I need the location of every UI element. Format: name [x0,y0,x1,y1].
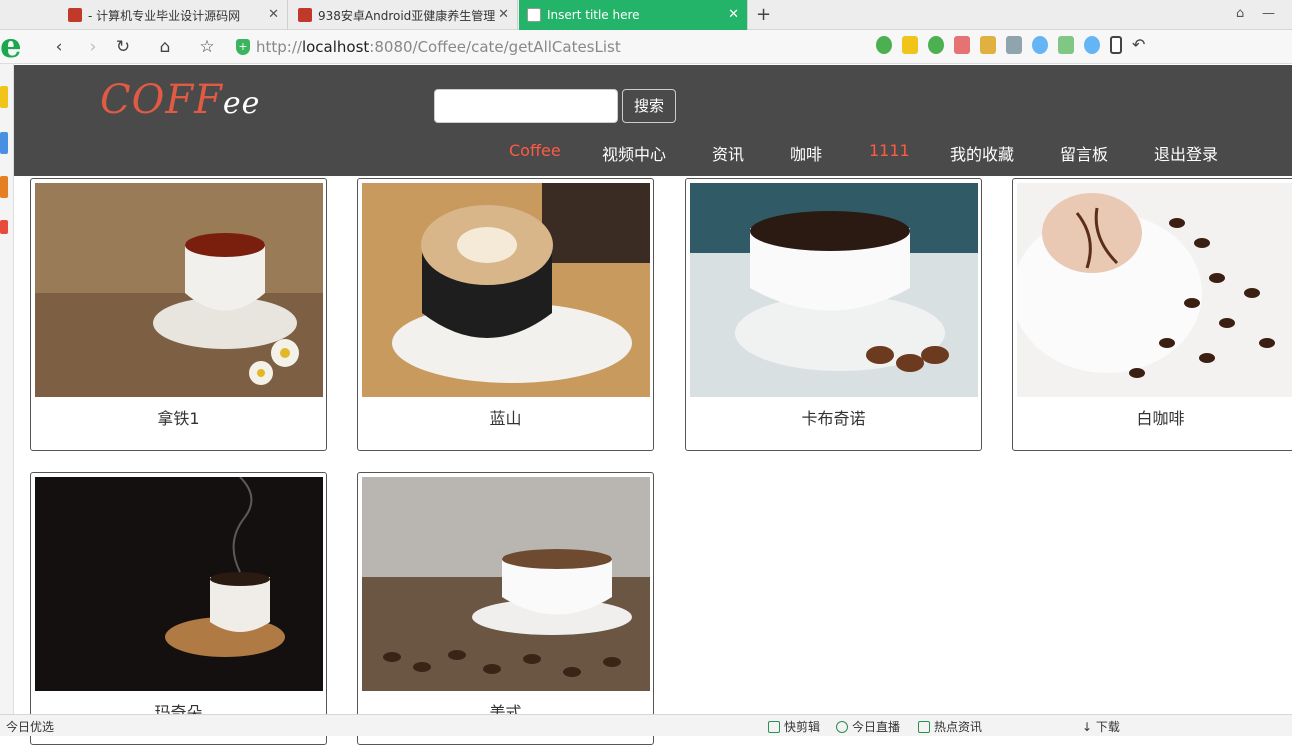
nav-video-center[interactable]: 视频中心 [602,141,666,165]
tab-title: 938安卓Android亚健康养生管理 [318,8,496,23]
cate-image[interactable] [362,183,650,397]
screenshot-icon[interactable] [980,36,996,54]
tab-title: Insert title here [547,8,640,22]
back-icon[interactable]: ‹ [48,36,70,58]
cate-image[interactable] [690,183,978,397]
cate-card[interactable]: 拿铁1 [30,178,327,451]
skin-icon[interactable]: ⌂ [1236,6,1244,21]
nav-news[interactable]: 资讯 [712,141,744,165]
cate-name: 白咖啡 [1136,409,1185,428]
browser-tab-1[interactable]: - 计算机专业毕业设计源码网 ✕ [60,0,288,30]
cate-card[interactable]: 玛奇朵 [30,472,327,745]
home-icon[interactable]: ⌂ [154,36,176,58]
nav-coffee[interactable]: Coffee [509,141,561,160]
news-icon [918,721,930,733]
search-input[interactable] [434,89,618,123]
sidebar-app-icon[interactable] [0,132,8,154]
site-header: COFFee 搜索 Coffee 视频中心 资讯 咖啡 1111 我的收藏 留言… [14,65,1292,176]
live-icon [836,721,848,733]
translate-icon[interactable] [954,36,970,54]
video-edit-icon [768,721,780,733]
undo-icon[interactable]: ↶ [1132,36,1148,54]
favorite-star-icon[interactable]: ☆ [196,36,218,58]
nav-message-board[interactable]: 留言板 [1060,141,1108,165]
browser-tab-bar: - 计算机专业毕业设计源码网 ✕ 938安卓Android亚健康养生管理 ✕ I… [0,0,1292,30]
cate-image[interactable] [1017,183,1292,397]
money-icon[interactable] [928,36,944,54]
status-item-quick-edit[interactable]: 快剪辑 [768,718,820,735]
refresh-icon[interactable]: ↻ [112,36,134,58]
browser-tab-3[interactable]: Insert title here ✕ [519,0,748,30]
status-item-live[interactable]: 今日直播 [836,718,900,735]
cate-image[interactable] [35,183,323,397]
address-bar[interactable]: + http://localhost:8080/Coffee/cate/getA… [236,34,876,60]
sidebar-app-icon[interactable] [0,220,8,234]
cate-name: 拿铁1 [157,409,200,428]
secure-shield-icon: + [236,39,250,55]
nav-logout[interactable]: 退出登录 [1154,141,1218,165]
page-favicon-icon [527,8,541,22]
status-item-download[interactable]: ↓ 下载 [1082,718,1120,735]
cate-card[interactable]: 蓝山 [357,178,654,451]
nav-favorites[interactable]: 我的收藏 [950,141,1014,165]
zoom-icon[interactable] [1032,36,1048,54]
url-text: http://localhost:8080/Coffee/cate/getAll… [256,38,621,56]
cate-card[interactable]: 卡布奇诺 [685,178,982,451]
download-icon: ↓ [1082,720,1096,734]
close-tab-icon[interactable]: ✕ [498,7,509,22]
close-tab-icon[interactable]: ✕ [268,7,279,22]
forward-icon[interactable]: › [82,36,104,58]
close-tab-icon[interactable]: ✕ [728,7,739,22]
cate-image[interactable] [35,477,323,691]
browser-tab-2[interactable]: 938安卓Android亚健康养生管理 ✕ [290,0,518,30]
search-button[interactable]: 搜索 [622,89,676,123]
cate-image[interactable] [362,477,650,691]
status-left-label[interactable]: 今日优选 [6,718,54,735]
browser-logo-icon: e [0,26,22,66]
apps-icon[interactable] [902,36,918,54]
site-favicon-icon [68,8,82,22]
status-item-hot-news[interactable]: 热点资讯 [918,718,982,735]
minimize-icon[interactable]: — [1262,6,1275,21]
speed-icon[interactable] [876,36,892,54]
more-icon[interactable] [1084,36,1100,54]
site-logo[interactable]: COFFee [100,77,260,123]
tab-title: - 计算机专业毕业设计源码网 [88,8,241,23]
browser-sidebar [0,64,14,714]
new-tab-icon[interactable]: + [756,4,771,25]
sidebar-app-icon[interactable] [0,176,8,198]
cate-card[interactable]: 美式 [357,472,654,745]
cate-name: 卡布奇诺 [801,409,866,428]
browser-status-bar: 今日优选 快剪辑 今日直播 热点资讯 ↓ 下载 [0,714,1292,736]
mobile-icon[interactable] [1110,36,1122,54]
nav-coffee-cn[interactable]: 咖啡 [790,141,822,165]
nav-1111[interactable]: 1111 [869,141,910,160]
sidebar-app-icon[interactable] [0,86,8,108]
cate-card[interactable]: 白咖啡 [1012,178,1292,451]
toolbar-icons: ↶ [876,36,1148,54]
site-favicon-icon [298,8,312,22]
reader-icon[interactable] [1058,36,1074,54]
game-icon[interactable] [1006,36,1022,54]
cate-name: 蓝山 [489,409,522,428]
